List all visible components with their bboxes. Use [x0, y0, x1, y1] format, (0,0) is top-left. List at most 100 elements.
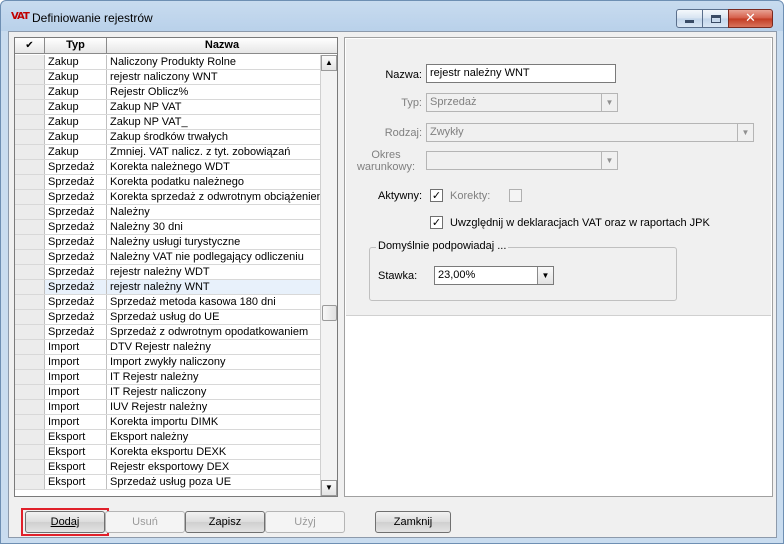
registers-grid[interactable]: ✔ Typ Nazwa Zakup Naliczony Produkty Roln… [14, 37, 338, 497]
table-row[interactable]: Sprzedaż rejestr należny WDT [15, 265, 320, 280]
chevron-down-icon[interactable]: ▼ [601, 94, 617, 111]
table-row[interactable]: Sprzedaż Korekta należnego WDT [15, 160, 320, 175]
grid-scrollbar[interactable]: ▲ ▼ [320, 55, 337, 496]
deklaracje-checkbox[interactable]: ✓ [430, 216, 443, 229]
usun-button[interactable]: Usuń [105, 511, 185, 533]
table-row[interactable]: Sprzedaż Korekta podatku należnego [15, 175, 320, 190]
table-row[interactable]: Zakup Zmniej. VAT nalicz. z tyt. zobowiąz… [15, 145, 320, 160]
table-row[interactable]: Sprzedaż Należny [15, 205, 320, 220]
chevron-down-icon[interactable]: ▼ [537, 267, 553, 284]
table-row[interactable]: Eksport Rejestr eksportowy DEX [15, 460, 320, 475]
checkmark-icon: ✓ [431, 189, 442, 202]
table-row[interactable]: Sprzedaż Należny 30 dni [15, 220, 320, 235]
table-row[interactable]: Import IT Rejestr naliczony [15, 385, 320, 400]
chevron-down-icon[interactable]: ▼ [601, 152, 617, 169]
typ-dropdown[interactable]: Sprzedaż ▼ [426, 93, 618, 112]
deklaracje-label[interactable]: Uwzględnij w deklaracjach VAT oraz w rap… [450, 217, 710, 229]
table-row[interactable]: Zakup Zakup środków trwałych [15, 130, 320, 145]
row-check-cell[interactable] [15, 160, 45, 174]
row-check-cell[interactable] [15, 265, 45, 279]
row-check-cell[interactable] [15, 310, 45, 324]
zamknij-button[interactable]: Zamknij [375, 511, 451, 533]
row-check-cell[interactable] [15, 205, 45, 219]
row-check-cell[interactable] [15, 175, 45, 189]
vat-app-icon: VAT [11, 11, 30, 22]
grid-header: ✔ Typ Nazwa [15, 38, 337, 54]
row-check-cell[interactable] [15, 100, 45, 114]
table-row[interactable]: Zakup Zakup NP VAT [15, 100, 320, 115]
uzyj-label: Użyj [294, 516, 316, 528]
table-row[interactable]: Import IT Rejestr należny [15, 370, 320, 385]
row-check-cell[interactable] [15, 55, 45, 69]
table-row[interactable]: Zakup Rejestr Oblicz% [15, 85, 320, 100]
table-row[interactable]: Zakup Naliczony Produkty Rolne [15, 55, 320, 70]
row-check-cell[interactable] [15, 250, 45, 264]
row-check-cell[interactable] [15, 190, 45, 204]
row-check-cell[interactable] [15, 220, 45, 234]
row-nazwa-cell: Należny 30 dni [110, 221, 183, 233]
row-check-cell[interactable] [15, 385, 45, 399]
table-row[interactable]: Import Import zwykły naliczony [15, 355, 320, 370]
minimize-button[interactable] [676, 9, 703, 28]
header-check-icon[interactable]: ✔ [15, 38, 45, 54]
scroll-thumb[interactable] [322, 305, 337, 321]
table-row[interactable]: Sprzedaż Sprzedaż usług do UE [15, 310, 320, 325]
table-row[interactable]: Sprzedaż rejestr należny WNT [15, 280, 320, 295]
row-check-cell[interactable] [15, 370, 45, 384]
row-check-cell[interactable] [15, 325, 45, 339]
rodzaj-dropdown[interactable]: Zwykły ▼ [426, 123, 754, 142]
details-form: Nazwa: rejestr należny WNT Typ: Sprzedaż… [346, 39, 771, 316]
row-nazwa-cell: Sprzedaż metoda kasowa 180 dni [110, 296, 276, 308]
row-typ-cell: Sprzedaż [45, 280, 107, 294]
row-check-cell[interactable] [15, 280, 45, 294]
stawka-dropdown[interactable]: 23,00% ▼ [434, 266, 554, 285]
row-check-cell[interactable] [15, 430, 45, 444]
table-row[interactable]: Import Korekta importu DIMK [15, 415, 320, 430]
header-typ[interactable]: Typ [45, 38, 107, 54]
row-check-cell[interactable] [15, 295, 45, 309]
table-row[interactable]: Sprzedaż Należny VAT nie podlegający odli… [15, 250, 320, 265]
row-check-cell[interactable] [15, 235, 45, 249]
row-check-cell[interactable] [15, 85, 45, 99]
header-nazwa[interactable]: Nazwa [107, 38, 337, 54]
row-check-cell[interactable] [15, 130, 45, 144]
table-row[interactable]: Zakup Zakup NP VAT_ [15, 115, 320, 130]
table-row[interactable]: Eksport Sprzedaż usług poza UE [15, 475, 320, 490]
row-nazwa-cell: Zakup NP VAT_ [110, 116, 188, 128]
row-check-cell[interactable] [15, 475, 45, 489]
row-check-cell[interactable] [15, 340, 45, 354]
table-row[interactable]: Sprzedaż Sprzedaż metoda kasowa 180 dni [15, 295, 320, 310]
nazwa-input[interactable]: rejestr należny WNT [426, 64, 616, 83]
table-row[interactable]: Eksport Eksport należny [15, 430, 320, 445]
dodaj-button[interactable]: Dodaj [25, 511, 105, 533]
close-button[interactable]: ✕ [728, 9, 773, 28]
okres-warunkowy-dropdown[interactable]: ▼ [426, 151, 618, 170]
row-check-cell[interactable] [15, 70, 45, 84]
scroll-up-arrow-icon[interactable]: ▲ [321, 55, 337, 71]
row-check-cell[interactable] [15, 415, 45, 429]
table-row[interactable]: Sprzedaż Sprzedaż z odwrotnym opodatkowan… [15, 325, 320, 340]
aktywny-checkbox[interactable]: ✓ [430, 189, 443, 202]
table-row[interactable]: Sprzedaż Korekta sprzedaż z odwrotnym obc… [15, 190, 320, 205]
row-nazwa-cell: Zmniej. VAT nalicz. z tyt. zobowiązań [110, 146, 291, 158]
chevron-down-icon[interactable]: ▼ [737, 124, 753, 141]
okres-warunkowy-label: Okres warunkowy: [350, 149, 422, 173]
row-check-cell[interactable] [15, 460, 45, 474]
row-check-cell[interactable] [15, 355, 45, 369]
row-check-cell[interactable] [15, 445, 45, 459]
table-row[interactable]: Import IUV Rejestr należny [15, 400, 320, 415]
row-check-cell[interactable] [15, 145, 45, 159]
row-check-cell[interactable] [15, 400, 45, 414]
uzyj-button[interactable]: Użyj [265, 511, 345, 533]
korekty-checkbox[interactable] [509, 189, 522, 202]
table-row[interactable]: Sprzedaż Należny usługi turystyczne [15, 235, 320, 250]
table-row[interactable]: Import DTV Rejestr należny [15, 340, 320, 355]
scroll-down-arrow-icon[interactable]: ▼ [321, 480, 337, 496]
title-bar[interactable]: VAT Definiowanie rejestrów ✕ [1, 1, 783, 31]
zapisz-button[interactable]: Zapisz [185, 511, 265, 533]
row-typ-cell: Import [45, 355, 107, 369]
table-row[interactable]: Eksport Korekta eksportu DEXK [15, 445, 320, 460]
maximize-button[interactable] [702, 9, 729, 28]
table-row[interactable]: Zakup rejestr naliczony WNT [15, 70, 320, 85]
row-check-cell[interactable] [15, 115, 45, 129]
